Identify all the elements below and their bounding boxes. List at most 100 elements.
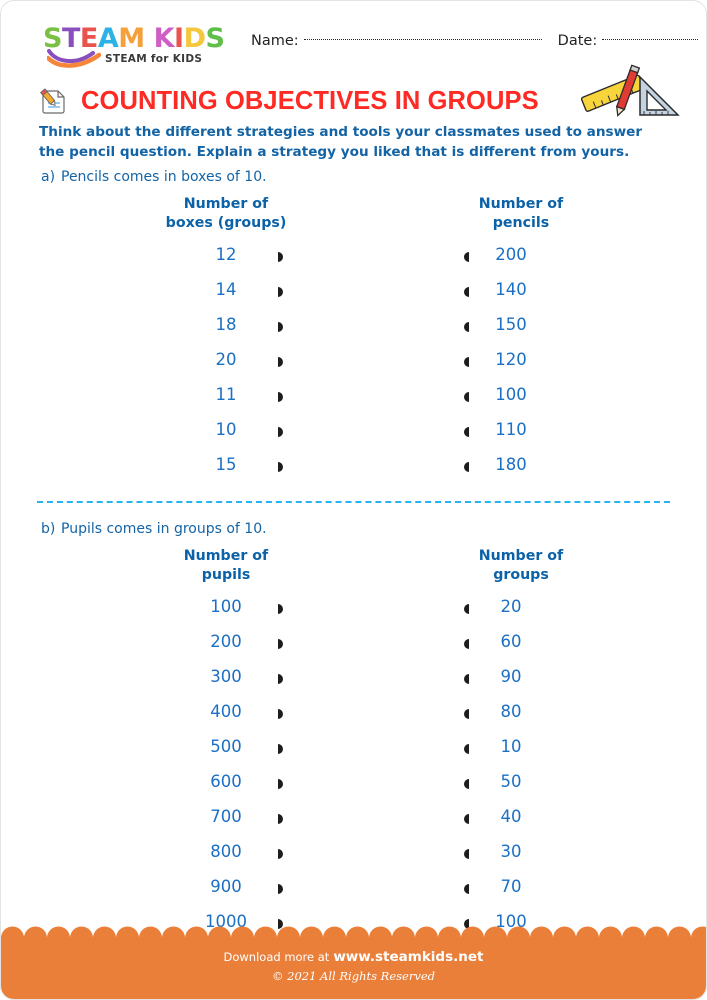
section-a-right-value-3: 120 <box>495 350 527 369</box>
note-pencil-icon <box>40 88 65 114</box>
table-row: 500 10 <box>1 731 706 766</box>
connector-start-icon[interactable] <box>278 884 283 894</box>
date-input-line[interactable] <box>602 38 699 40</box>
section-a-right-header-line1: Number of <box>478 196 564 212</box>
section-b-right-value-8: 70 <box>500 877 522 896</box>
footer-download-line: Download more at www.steamkids.net <box>1 949 706 965</box>
footer-site-link[interactable]: www.steamkids.net <box>333 949 483 965</box>
page-title: COUNTING OBJECTIVES IN GROUPS <box>81 86 539 115</box>
section-b-right-value-5: 50 <box>500 772 522 791</box>
connector-start-icon[interactable] <box>278 322 283 332</box>
section-b-left-value-2: 300 <box>210 667 242 686</box>
table-row: 600 50 <box>1 766 706 801</box>
section-a-right-header: Number of pencils <box>436 195 606 233</box>
table-row: 300 90 <box>1 661 706 696</box>
name-input-line[interactable] <box>303 38 542 40</box>
page-footer: Download more at www.steamkids.net © 2021… <box>1 926 706 999</box>
section-b-right-header-line1: Number of <box>478 548 564 564</box>
section-b-left-value-3: 400 <box>210 702 242 721</box>
table-row: 15 180 <box>1 449 706 484</box>
section-a-prompt: a) Pencils comes in boxes of 10. <box>41 169 267 185</box>
section-a-right-value-6: 180 <box>495 455 527 474</box>
ruler-pencil-triangle-icon <box>580 64 680 117</box>
section-a-right-header-line2: pencils <box>492 215 550 231</box>
section-a-left-header-line1: Number of <box>183 196 269 212</box>
table-row: 18 150 <box>1 309 706 344</box>
table-row: 100 20 <box>1 591 706 626</box>
section-b-right-value-6: 40 <box>500 807 522 826</box>
section-b-left-header-line2: pupils <box>201 567 251 583</box>
table-row: 12 200 <box>1 239 706 274</box>
section-b-left-value-4: 500 <box>210 737 242 756</box>
connector-start-icon[interactable] <box>278 604 283 614</box>
footer-copyright: © 2021 All Rights Reserved <box>271 969 435 983</box>
section-a-marker: a) <box>41 169 56 185</box>
section-b-left-value-7: 800 <box>210 842 242 861</box>
section-a-right-value-0: 200 <box>495 245 527 264</box>
worksheet-page: STEAM KIDS STEAM for KIDS Name: Date: COUN… <box>0 0 707 1000</box>
section-b-prompt: b) Pupils comes in groups of 10. <box>41 521 267 537</box>
section-a-column-headers: Number of boxes (groups) Number of penci… <box>1 195 706 237</box>
section-a-left-value-0: 12 <box>215 245 237 264</box>
name-date-row: Name: Date: <box>251 33 699 61</box>
connector-start-icon[interactable] <box>278 639 283 649</box>
page-title-row: COUNTING OBJECTIVES IN GROUPS <box>37 81 539 121</box>
section-b-marker: b) <box>41 521 56 537</box>
connector-start-icon[interactable] <box>278 462 283 472</box>
table-row: 400 80 <box>1 696 706 731</box>
section-a-right-value-1: 140 <box>495 280 527 299</box>
logo-tagline: STEAM for KIDS <box>105 53 203 65</box>
instructions-line-2: the pencil question. Explain a strategy … <box>39 144 630 160</box>
table-row: 11 100 <box>1 379 706 414</box>
section-b-left-value-8: 900 <box>210 877 242 896</box>
section-b-column-headers: Number of pupils Number of groups <box>1 547 706 589</box>
section-b-prompt-text: Pupils comes in groups of 10. <box>61 521 267 537</box>
section-a-left-value-2: 18 <box>215 315 237 334</box>
section-a-right-value-2: 150 <box>495 315 527 334</box>
section-b-right-value-2: 90 <box>500 667 522 686</box>
connector-start-icon[interactable] <box>278 392 283 402</box>
instructions-line-1: Think about the different strategies and… <box>39 124 643 140</box>
table-row: 10 110 <box>1 414 706 449</box>
connector-start-icon[interactable] <box>278 814 283 824</box>
section-a-prompt-text: Pencils comes in boxes of 10. <box>61 169 267 185</box>
section-a-left-value-3: 20 <box>215 350 237 369</box>
section-b-rows: 100 20 200 60 300 90 400 80 500 10 600 50 700 40 800 30… <box>1 591 706 941</box>
section-b-left-value-0: 100 <box>210 597 242 616</box>
logo-letter-m-4: M <box>118 23 145 54</box>
section-a-left-value-5: 10 <box>215 420 237 439</box>
section-b-right-value-7: 30 <box>500 842 522 861</box>
section-b-right-header: Number of groups <box>436 547 606 585</box>
section-a-left-value-1: 14 <box>215 280 237 299</box>
section-b-left-header-line1: Number of <box>183 548 269 564</box>
logo-swoosh-icon <box>47 49 101 68</box>
table-row: 14 140 <box>1 274 706 309</box>
connector-start-icon[interactable] <box>278 357 283 367</box>
section-a-rows: 12 200 14 140 18 150 20 120 11 100 10 110 15 180 <box>1 239 706 484</box>
section-a-left-value-4: 11 <box>215 385 237 404</box>
table-row: 200 60 <box>1 626 706 661</box>
logo-letter-d-7: D <box>183 23 206 54</box>
connector-start-icon[interactable] <box>278 287 283 297</box>
section-a-right-value-5: 110 <box>495 420 527 439</box>
section-b-left-value-1: 200 <box>210 632 242 651</box>
section-b-left-value-5: 600 <box>210 772 242 791</box>
table-row: 20 120 <box>1 344 706 379</box>
logo-letter-i-6: I <box>174 23 184 54</box>
footer-scallop-decoration <box>1 926 706 938</box>
connector-start-icon[interactable] <box>278 427 283 437</box>
connector-start-icon[interactable] <box>278 709 283 719</box>
section-a-right-value-4: 100 <box>495 385 527 404</box>
connector-start-icon[interactable] <box>278 252 283 262</box>
connector-start-icon[interactable] <box>278 674 283 684</box>
section-a-left-value-6: 15 <box>215 455 237 474</box>
footer-download-label: Download more at <box>223 950 330 964</box>
connector-start-icon[interactable] <box>278 779 283 789</box>
section-b-right-value-1: 60 <box>500 632 522 651</box>
section-b-right-value-3: 80 <box>500 702 522 721</box>
section-b-left-value-6: 700 <box>210 807 242 826</box>
section-a-left-header-line2: boxes (groups) <box>165 215 287 231</box>
connector-start-icon[interactable] <box>278 849 283 859</box>
connector-start-icon[interactable] <box>278 744 283 754</box>
section-b-right-header-line2: groups <box>493 567 549 583</box>
